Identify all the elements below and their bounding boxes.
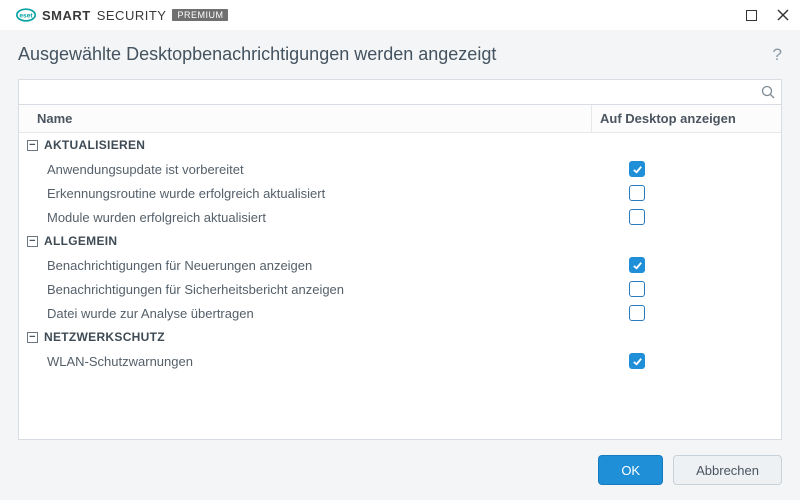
eset-logo-icon: eset (16, 5, 36, 25)
search-input[interactable] (19, 85, 755, 100)
table-row: WLAN-Schutzwarnungen (19, 349, 781, 373)
search-bar[interactable] (18, 79, 782, 105)
brand: eset SMART SECURITY PREMIUM (16, 5, 228, 25)
svg-text:eset: eset (19, 13, 33, 20)
group-label: NETZWERKSCHUTZ (44, 330, 165, 344)
row-label: Datei wurde zur Analyse übertragen (19, 306, 591, 321)
dialog-footer: OK Abbrechen (18, 440, 782, 488)
col-name[interactable]: Name (19, 111, 591, 126)
table-row: Datei wurde zur Analyse übertragen (19, 301, 781, 325)
group-header[interactable]: −AKTUALISIEREN (19, 133, 781, 157)
notifications-table: Name Auf Desktop anzeigen −AKTUALISIEREN… (18, 105, 782, 440)
group-label: AKTUALISIEREN (44, 138, 145, 152)
table-row: Anwendungsupdate ist vorbereitet (19, 157, 781, 181)
close-icon[interactable] (774, 6, 792, 24)
table-row: Benachrichtigungen für Sicherheitsberich… (19, 277, 781, 301)
brand-text: SMART SECURITY PREMIUM (42, 8, 228, 23)
row-label: Anwendungsupdate ist vorbereitet (19, 162, 591, 177)
page-title: Ausgewählte Desktopbenachrichtigungen we… (18, 44, 496, 65)
row-label: Erkennungsroutine wurde erfolgreich aktu… (19, 186, 591, 201)
collapse-icon[interactable]: − (27, 332, 38, 343)
search-icon[interactable] (755, 85, 781, 99)
cancel-button[interactable]: Abbrechen (673, 455, 782, 485)
table-header: Name Auf Desktop anzeigen (19, 105, 781, 133)
desktop-checkbox[interactable] (629, 353, 645, 369)
desktop-checkbox[interactable] (629, 161, 645, 177)
desktop-checkbox[interactable] (629, 305, 645, 321)
collapse-icon[interactable]: − (27, 140, 38, 151)
table-row: Module wurden erfolgreich aktualisiert (19, 205, 781, 229)
row-label: WLAN-Schutzwarnungen (19, 354, 591, 369)
row-label: Benachrichtigungen für Sicherheitsberich… (19, 282, 591, 297)
table-row: Erkennungsroutine wurde erfolgreich aktu… (19, 181, 781, 205)
group-label: ALLGEMEIN (44, 234, 117, 248)
desktop-checkbox[interactable] (629, 209, 645, 225)
desktop-checkbox[interactable] (629, 185, 645, 201)
desktop-checkbox[interactable] (629, 281, 645, 297)
ok-button[interactable]: OK (598, 455, 663, 485)
maximize-icon[interactable] (742, 6, 760, 24)
col-desktop[interactable]: Auf Desktop anzeigen (591, 105, 781, 132)
premium-badge: PREMIUM (172, 9, 228, 21)
row-label: Benachrichtigungen für Neuerungen anzeig… (19, 258, 591, 273)
titlebar: eset SMART SECURITY PREMIUM (0, 0, 800, 30)
help-icon[interactable]: ? (773, 45, 782, 65)
desktop-checkbox[interactable] (629, 257, 645, 273)
table-row: Benachrichtigungen für Neuerungen anzeig… (19, 253, 781, 277)
group-header[interactable]: −ALLGEMEIN (19, 229, 781, 253)
collapse-icon[interactable]: − (27, 236, 38, 247)
row-label: Module wurden erfolgreich aktualisiert (19, 210, 591, 225)
group-header[interactable]: −NETZWERKSCHUTZ (19, 325, 781, 349)
